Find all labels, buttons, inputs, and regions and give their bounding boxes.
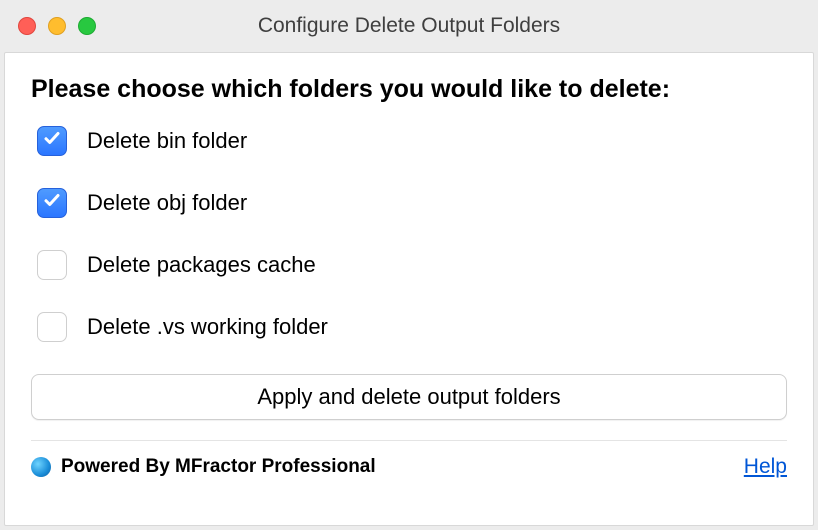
option-delete-bin[interactable]: Delete bin folder [37,126,787,156]
dialog-heading: Please choose which folders you would li… [31,75,787,104]
apply-button[interactable]: Apply and delete output folders [31,374,787,420]
titlebar: Configure Delete Output Folders [0,0,818,52]
powered-by-text: Powered By MFractor Professional [61,456,376,478]
option-delete-vs-working[interactable]: Delete .vs working folder [37,312,787,342]
dialog-content: Please choose which folders you would li… [4,52,814,526]
mfractor-icon [31,457,51,477]
minimize-window-button[interactable] [48,17,66,35]
option-delete-obj[interactable]: Delete obj folder [37,188,787,218]
help-link[interactable]: Help [744,455,787,479]
checkbox-delete-obj[interactable] [37,188,67,218]
check-icon [43,191,61,215]
option-label: Delete .vs working folder [87,314,328,340]
option-delete-packages-cache[interactable]: Delete packages cache [37,250,787,280]
option-label: Delete packages cache [87,252,316,278]
traffic-lights [18,17,96,35]
window-title: Configure Delete Output Folders [18,14,800,38]
maximize-window-button[interactable] [78,17,96,35]
checkbox-delete-vs-working[interactable] [37,312,67,342]
checkbox-delete-packages-cache[interactable] [37,250,67,280]
checkbox-delete-bin[interactable] [37,126,67,156]
dialog-window: Configure Delete Output Folders Please c… [0,0,818,530]
powered-by: Powered By MFractor Professional [31,456,376,478]
close-window-button[interactable] [18,17,36,35]
option-label: Delete obj folder [87,190,247,216]
dialog-footer: Powered By MFractor Professional Help [31,440,787,479]
check-icon [43,129,61,153]
folder-options-list: Delete bin folder Delete obj folder Dele… [31,126,787,342]
option-label: Delete bin folder [87,128,247,154]
